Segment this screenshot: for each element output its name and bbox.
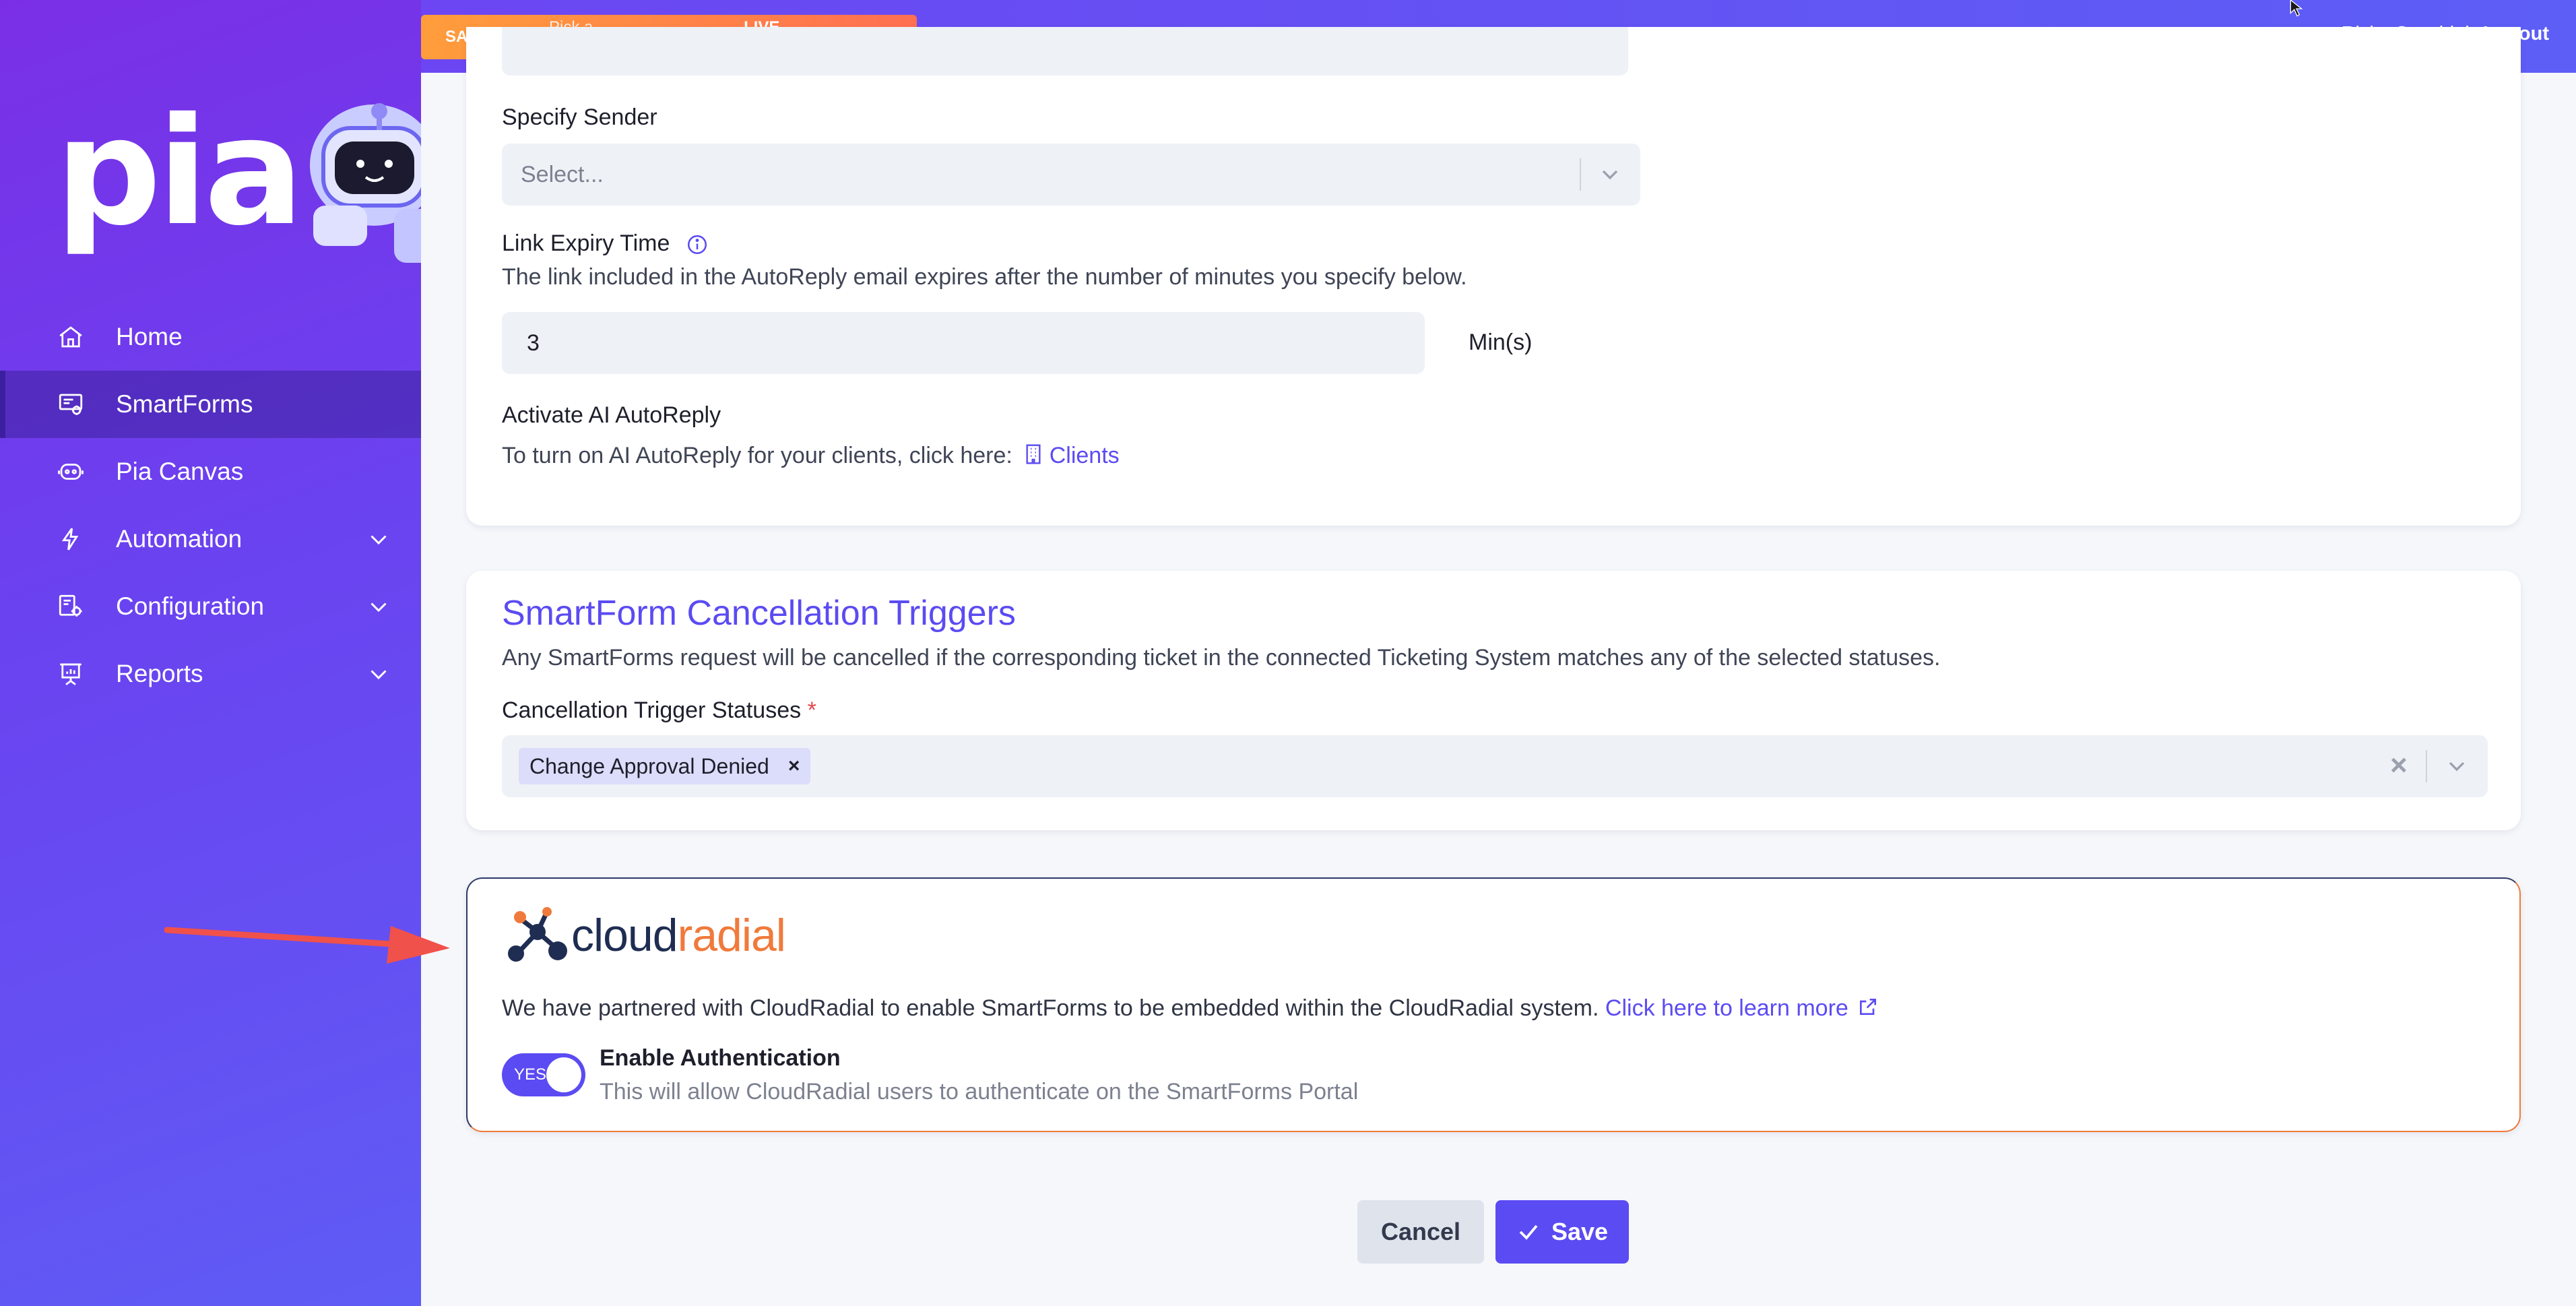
cloudradial-logo-cloud: cloud bbox=[571, 910, 678, 961]
chevron-down-icon[interactable] bbox=[366, 594, 391, 619]
cancel-button[interactable]: Cancel bbox=[1357, 1200, 1484, 1264]
check-icon bbox=[1516, 1220, 1541, 1244]
mouse-cursor-icon bbox=[2290, 0, 2303, 17]
cancellation-description: Any SmartForms request will be cancelled… bbox=[502, 645, 1941, 671]
expiry-value: 3 bbox=[527, 330, 540, 356]
clients-link-label: Clients bbox=[1049, 443, 1120, 468]
chevron-down-icon[interactable] bbox=[366, 527, 391, 551]
building-icon bbox=[1026, 444, 1041, 464]
previous-field[interactable] bbox=[502, 27, 1628, 75]
enable-authentication-toggle[interactable]: YES bbox=[502, 1053, 585, 1096]
config-icon bbox=[55, 591, 86, 622]
sidebar-item-configuration[interactable]: Configuration bbox=[0, 573, 421, 640]
sidebar-item-home[interactable]: Home bbox=[0, 303, 421, 371]
save-button-label: Save bbox=[1551, 1218, 1609, 1245]
auth-label: Enable Authentication bbox=[600, 1045, 841, 1071]
external-link-icon bbox=[1860, 999, 1877, 1015]
activate-hint-text: To turn on AI AutoReply for your clients… bbox=[502, 443, 1012, 468]
sidebar-item-automation[interactable]: Automation bbox=[0, 505, 421, 573]
sidebar-item-label: Configuration bbox=[116, 592, 265, 620]
activate-label: Activate AI AutoReply bbox=[502, 402, 721, 428]
sidebar-item-smartforms[interactable]: SmartForms bbox=[0, 371, 421, 438]
auth-hint: This will allow CloudRadial users to aut… bbox=[600, 1079, 1359, 1105]
remove-tag-icon[interactable]: × bbox=[788, 755, 800, 778]
reports-icon bbox=[55, 658, 86, 689]
save-button[interactable]: Save bbox=[1495, 1200, 1629, 1264]
clear-all-icon[interactable]: × bbox=[2390, 749, 2408, 782]
cloudradial-logo: cloudradial bbox=[571, 909, 786, 962]
cancellation-title: SmartForm Cancellation Triggers bbox=[502, 594, 1016, 633]
sender-label: Specify Sender bbox=[502, 104, 657, 130]
learn-more-link[interactable]: Click here to learn more bbox=[1605, 995, 1879, 1021]
sidebar-item-label: Reports bbox=[116, 660, 203, 687]
expiry-hint: The link included in the AutoReply email… bbox=[502, 264, 1467, 290]
status-tag: Change Approval Denied × bbox=[519, 748, 811, 784]
cloudradial-logo-radial: radial bbox=[677, 910, 786, 961]
sender-select[interactable]: Select... bbox=[502, 144, 1640, 206]
canvas-icon bbox=[55, 456, 86, 487]
learn-more-label: Click here to learn more bbox=[1605, 995, 1848, 1021]
sender-placeholder: Select... bbox=[521, 161, 604, 187]
cancel-button-label: Cancel bbox=[1380, 1218, 1461, 1245]
sidebar-item-label: Home bbox=[116, 323, 183, 350]
pia-logo[interactable]: pia bbox=[55, 98, 304, 246]
cloudradial-logo-icon bbox=[508, 907, 567, 962]
select-divider bbox=[1580, 158, 1581, 191]
sidebar-item-pia-canvas[interactable]: Pia Canvas bbox=[0, 438, 421, 505]
sidebar-item-label: SmartForms bbox=[116, 390, 253, 418]
lightning-icon bbox=[55, 524, 86, 555]
partner-text-body: We have partnered with CloudRadial to en… bbox=[502, 995, 1599, 1021]
toggle-label: YES bbox=[514, 1065, 547, 1084]
sidebar-item-label: Pia Canvas bbox=[116, 458, 244, 485]
status-tag-label: Change Approval Denied bbox=[529, 753, 769, 778]
smartforms-icon bbox=[55, 389, 86, 420]
statuses-label-text: Cancellation Trigger Statuses bbox=[502, 697, 802, 723]
robot-mascot-icon bbox=[310, 103, 421, 263]
toggle-knob bbox=[546, 1057, 581, 1092]
home-icon bbox=[55, 321, 86, 352]
expiry-unit: Min(s) bbox=[1469, 330, 1533, 355]
expiry-label: Link Expiry Time bbox=[502, 230, 709, 257]
chevron-down-icon[interactable] bbox=[366, 662, 391, 686]
expiry-label-text: Link Expiry Time bbox=[502, 230, 670, 256]
sidebar: pia Home SmartForms Pia Canvas Automatio… bbox=[0, 0, 421, 1306]
annotation-arrow-icon bbox=[164, 926, 450, 964]
info-icon[interactable] bbox=[686, 233, 709, 256]
chevron-down-icon[interactable] bbox=[1597, 161, 1623, 188]
clients-link[interactable]: Clients bbox=[1019, 443, 1120, 468]
sidebar-nav: Home SmartForms Pia Canvas Automation Co… bbox=[0, 303, 421, 708]
sidebar-item-label: Automation bbox=[116, 525, 243, 553]
statuses-label: Cancellation Trigger Statuses * bbox=[502, 697, 816, 724]
sidebar-item-reports[interactable]: Reports bbox=[0, 640, 421, 708]
activate-hint: To turn on AI AutoReply for your clients… bbox=[502, 443, 1120, 469]
expiry-input[interactable]: 3 bbox=[502, 312, 1425, 374]
required-mark: * bbox=[807, 697, 816, 723]
partner-text: We have partnered with CloudRadial to en… bbox=[502, 995, 1879, 1022]
chevron-down-icon[interactable] bbox=[2443, 753, 2470, 780]
select-divider bbox=[2426, 750, 2427, 782]
